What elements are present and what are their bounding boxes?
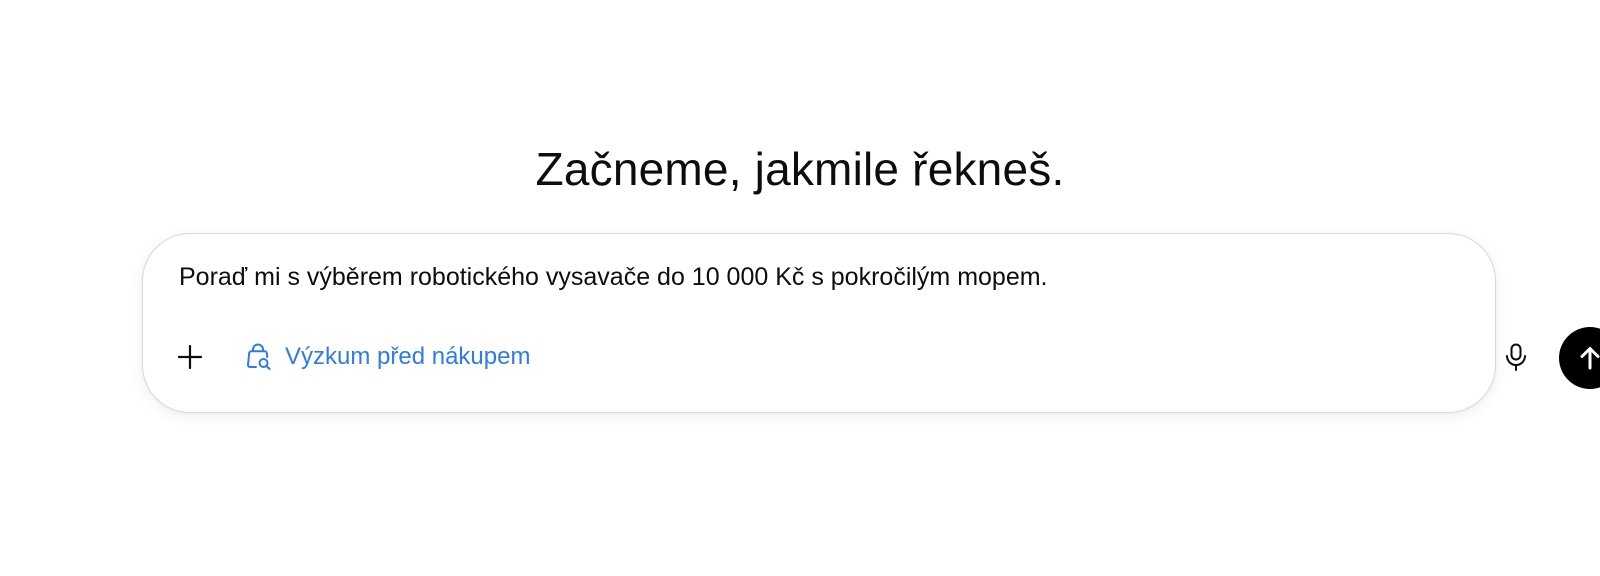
voice-input-button[interactable] — [1493, 334, 1539, 380]
chat-start-page: Začneme, jakmile řekneš. Poraď mi s výbě… — [0, 0, 1600, 576]
send-button[interactable] — [1559, 327, 1600, 389]
plus-icon — [177, 344, 203, 370]
microphone-icon — [1506, 343, 1526, 371]
shopping-bag-search-icon — [247, 343, 271, 370]
prompt-input[interactable]: Poraď mi s výběrem robotického vysavače … — [179, 260, 1439, 294]
add-attachment-button[interactable] — [167, 334, 213, 380]
page-heading: Začneme, jakmile řekneš. — [535, 142, 1065, 195]
shopping-research-tool-label: Výzkum před nákupem — [285, 343, 531, 370]
arrow-up-icon — [1580, 347, 1600, 370]
shopping-research-tool-button[interactable]: Výzkum před nákupem — [235, 334, 538, 380]
prompt-composer: Poraď mi s výběrem robotického vysavače … — [142, 233, 1600, 413]
